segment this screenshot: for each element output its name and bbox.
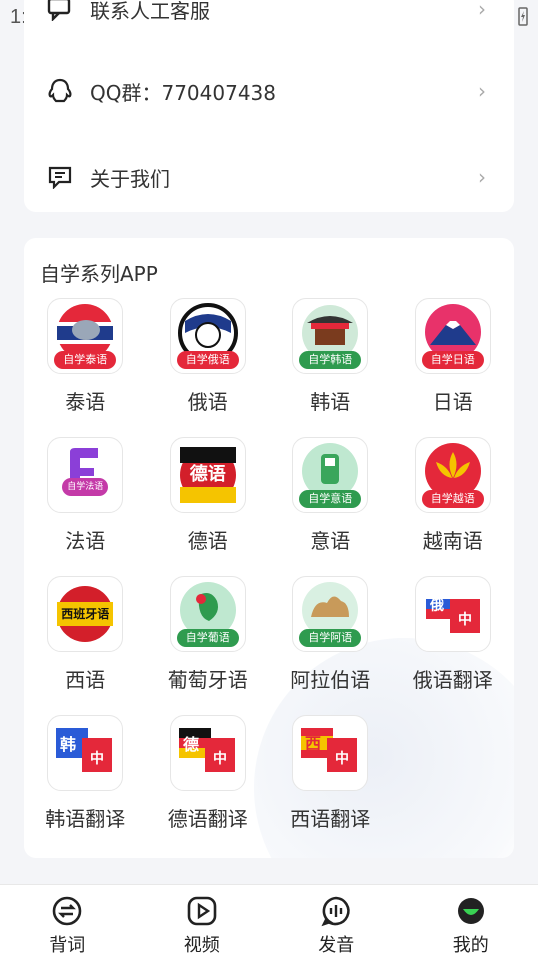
app-name: 法语 [65, 525, 105, 554]
app-name: 葡萄牙语 [168, 664, 248, 693]
menu-row-customer-service[interactable]: 联系人工客服 › [24, 0, 514, 52]
app-item-german-translate[interactable]: 德 中 德语翻译 [147, 715, 270, 832]
app-badge: 自学法语 [62, 478, 108, 496]
settings-menu-card: 联系人工客服 › QQ群：770407438 › 关于我们 › [24, 0, 514, 212]
spanish-translate-app-icon: 西 中 [292, 715, 368, 791]
tab-label: 背词 [49, 931, 85, 957]
menu-row-qq-group[interactable]: QQ群：770407438 › [24, 48, 514, 134]
app-item-russian[interactable]: 自学俄语 俄语 [147, 298, 270, 415]
tab-pronunciation[interactable]: 发音 [269, 885, 404, 959]
russian-translate-app-icon: 俄 中 [415, 576, 491, 652]
chat-bubble-icon [46, 0, 74, 23]
korean-app-icon: 自学韩语 [292, 298, 368, 374]
german-app-icon: 德语 [170, 437, 246, 513]
app-badge: 自学阿语 [299, 629, 361, 647]
menu-label: 联系人工客服 [90, 0, 472, 24]
app-name: 阿拉伯语 [290, 664, 370, 693]
apps-grid: 自学泰语 泰语 自学俄语 俄语 自学韩语 韩语 自学日语 日语 [24, 298, 514, 832]
app-item-russian-translate[interactable]: 俄 中 俄语翻译 [392, 576, 515, 693]
app-name: 俄语 [188, 386, 228, 415]
italian-app-icon: 自学意语 [292, 437, 368, 513]
svg-text:中: 中 [90, 750, 104, 767]
app-item-french[interactable]: 自学法语 法语 [24, 437, 147, 554]
app-name: 德语 [188, 525, 228, 554]
app-badge: 自学葡语 [177, 629, 239, 647]
qq-icon [46, 77, 74, 105]
app-item-japanese[interactable]: 自学日语 日语 [392, 298, 515, 415]
app-item-portuguese[interactable]: 自学葡语 葡萄牙语 [147, 576, 270, 693]
app-name: 德语翻译 [168, 803, 248, 832]
tab-label: 视频 [184, 931, 220, 957]
tab-mine[interactable]: 我的 [404, 885, 538, 959]
app-badge: 自学俄语 [177, 351, 239, 369]
app-item-german[interactable]: 德语 德语 [147, 437, 270, 554]
app-item-spanish[interactable]: 西班牙语 西语 [24, 576, 147, 693]
battery-icon [518, 6, 528, 26]
app-badge: 西班牙语 [54, 603, 116, 625]
app-badge: 自学意语 [299, 490, 361, 508]
spanish-app-icon: 西班牙语 [47, 576, 123, 652]
chevron-right-icon: › [472, 165, 492, 189]
app-name: 俄语翻译 [413, 664, 493, 693]
chevron-right-icon: › [472, 79, 492, 103]
arabic-app-icon: 自学阿语 [292, 576, 368, 652]
app-badge: 自学韩语 [299, 351, 361, 369]
russian-app-icon: 自学俄语 [170, 298, 246, 374]
vietnamese-app-icon: 自学越语 [415, 437, 491, 513]
app-name: 意语 [310, 525, 350, 554]
tab-label: 我的 [453, 931, 489, 957]
app-badge: 自学日语 [422, 351, 484, 369]
profile-face-icon [455, 895, 487, 927]
portuguese-app-icon: 自学葡语 [170, 576, 246, 652]
tab-vocabulary[interactable]: 背词 [0, 885, 135, 959]
french-app-icon: 自学法语 [47, 437, 123, 513]
app-item-korean[interactable]: 自学韩语 韩语 [269, 298, 392, 415]
svg-text:中: 中 [213, 750, 227, 767]
app-name: 韩语翻译 [45, 803, 125, 832]
svg-text:中: 中 [458, 611, 472, 628]
app-badge: 德语 [177, 462, 239, 488]
svg-text:俄: 俄 [429, 597, 444, 614]
voice-icon [320, 895, 352, 927]
chevron-right-icon: › [472, 0, 492, 21]
menu-label: QQ群：770407438 [90, 77, 472, 106]
svg-text:中: 中 [335, 750, 349, 767]
app-name: 韩语 [310, 386, 350, 415]
app-name: 西语 [65, 664, 105, 693]
play-icon [186, 895, 218, 927]
info-card-icon [46, 163, 74, 191]
app-item-arabic[interactable]: 自学阿语 阿拉伯语 [269, 576, 392, 693]
app-name: 越南语 [423, 525, 483, 554]
app-item-thai[interactable]: 自学泰语 泰语 [24, 298, 147, 415]
thai-app-icon: 自学泰语 [47, 298, 123, 374]
tab-video[interactable]: 视频 [135, 885, 270, 959]
bottom-tab-bar: 背词 视频 发音 我的 [0, 884, 538, 959]
app-name: 泰语 [65, 386, 105, 415]
apps-series-card: 自学系列APP 自学泰语 泰语 自学俄语 俄语 自学韩语 韩语 [24, 238, 514, 858]
swap-arrows-icon [51, 895, 83, 927]
korean-translate-app-icon: 韩 中 [47, 715, 123, 791]
menu-label: 关于我们 [90, 163, 472, 192]
svg-text:西: 西 [305, 734, 321, 753]
apps-section-title: 自学系列APP [40, 258, 158, 287]
app-item-korean-translate[interactable]: 韩 中 韩语翻译 [24, 715, 147, 832]
app-name: 日语 [433, 386, 473, 415]
app-item-vietnamese[interactable]: 自学越语 越南语 [392, 437, 515, 554]
app-badge: 自学泰语 [54, 351, 116, 369]
app-badge: 自学越语 [422, 490, 484, 508]
app-item-spanish-translate[interactable]: 西 中 西语翻译 [269, 715, 392, 832]
tab-label: 发音 [318, 931, 354, 957]
svg-text:韩: 韩 [60, 735, 76, 754]
german-translate-app-icon: 德 中 [170, 715, 246, 791]
svg-text:德: 德 [183, 735, 199, 754]
app-name: 西语翻译 [290, 803, 370, 832]
menu-row-about-us[interactable]: 关于我们 › [24, 134, 514, 220]
app-item-italian[interactable]: 自学意语 意语 [269, 437, 392, 554]
japanese-app-icon: 自学日语 [415, 298, 491, 374]
